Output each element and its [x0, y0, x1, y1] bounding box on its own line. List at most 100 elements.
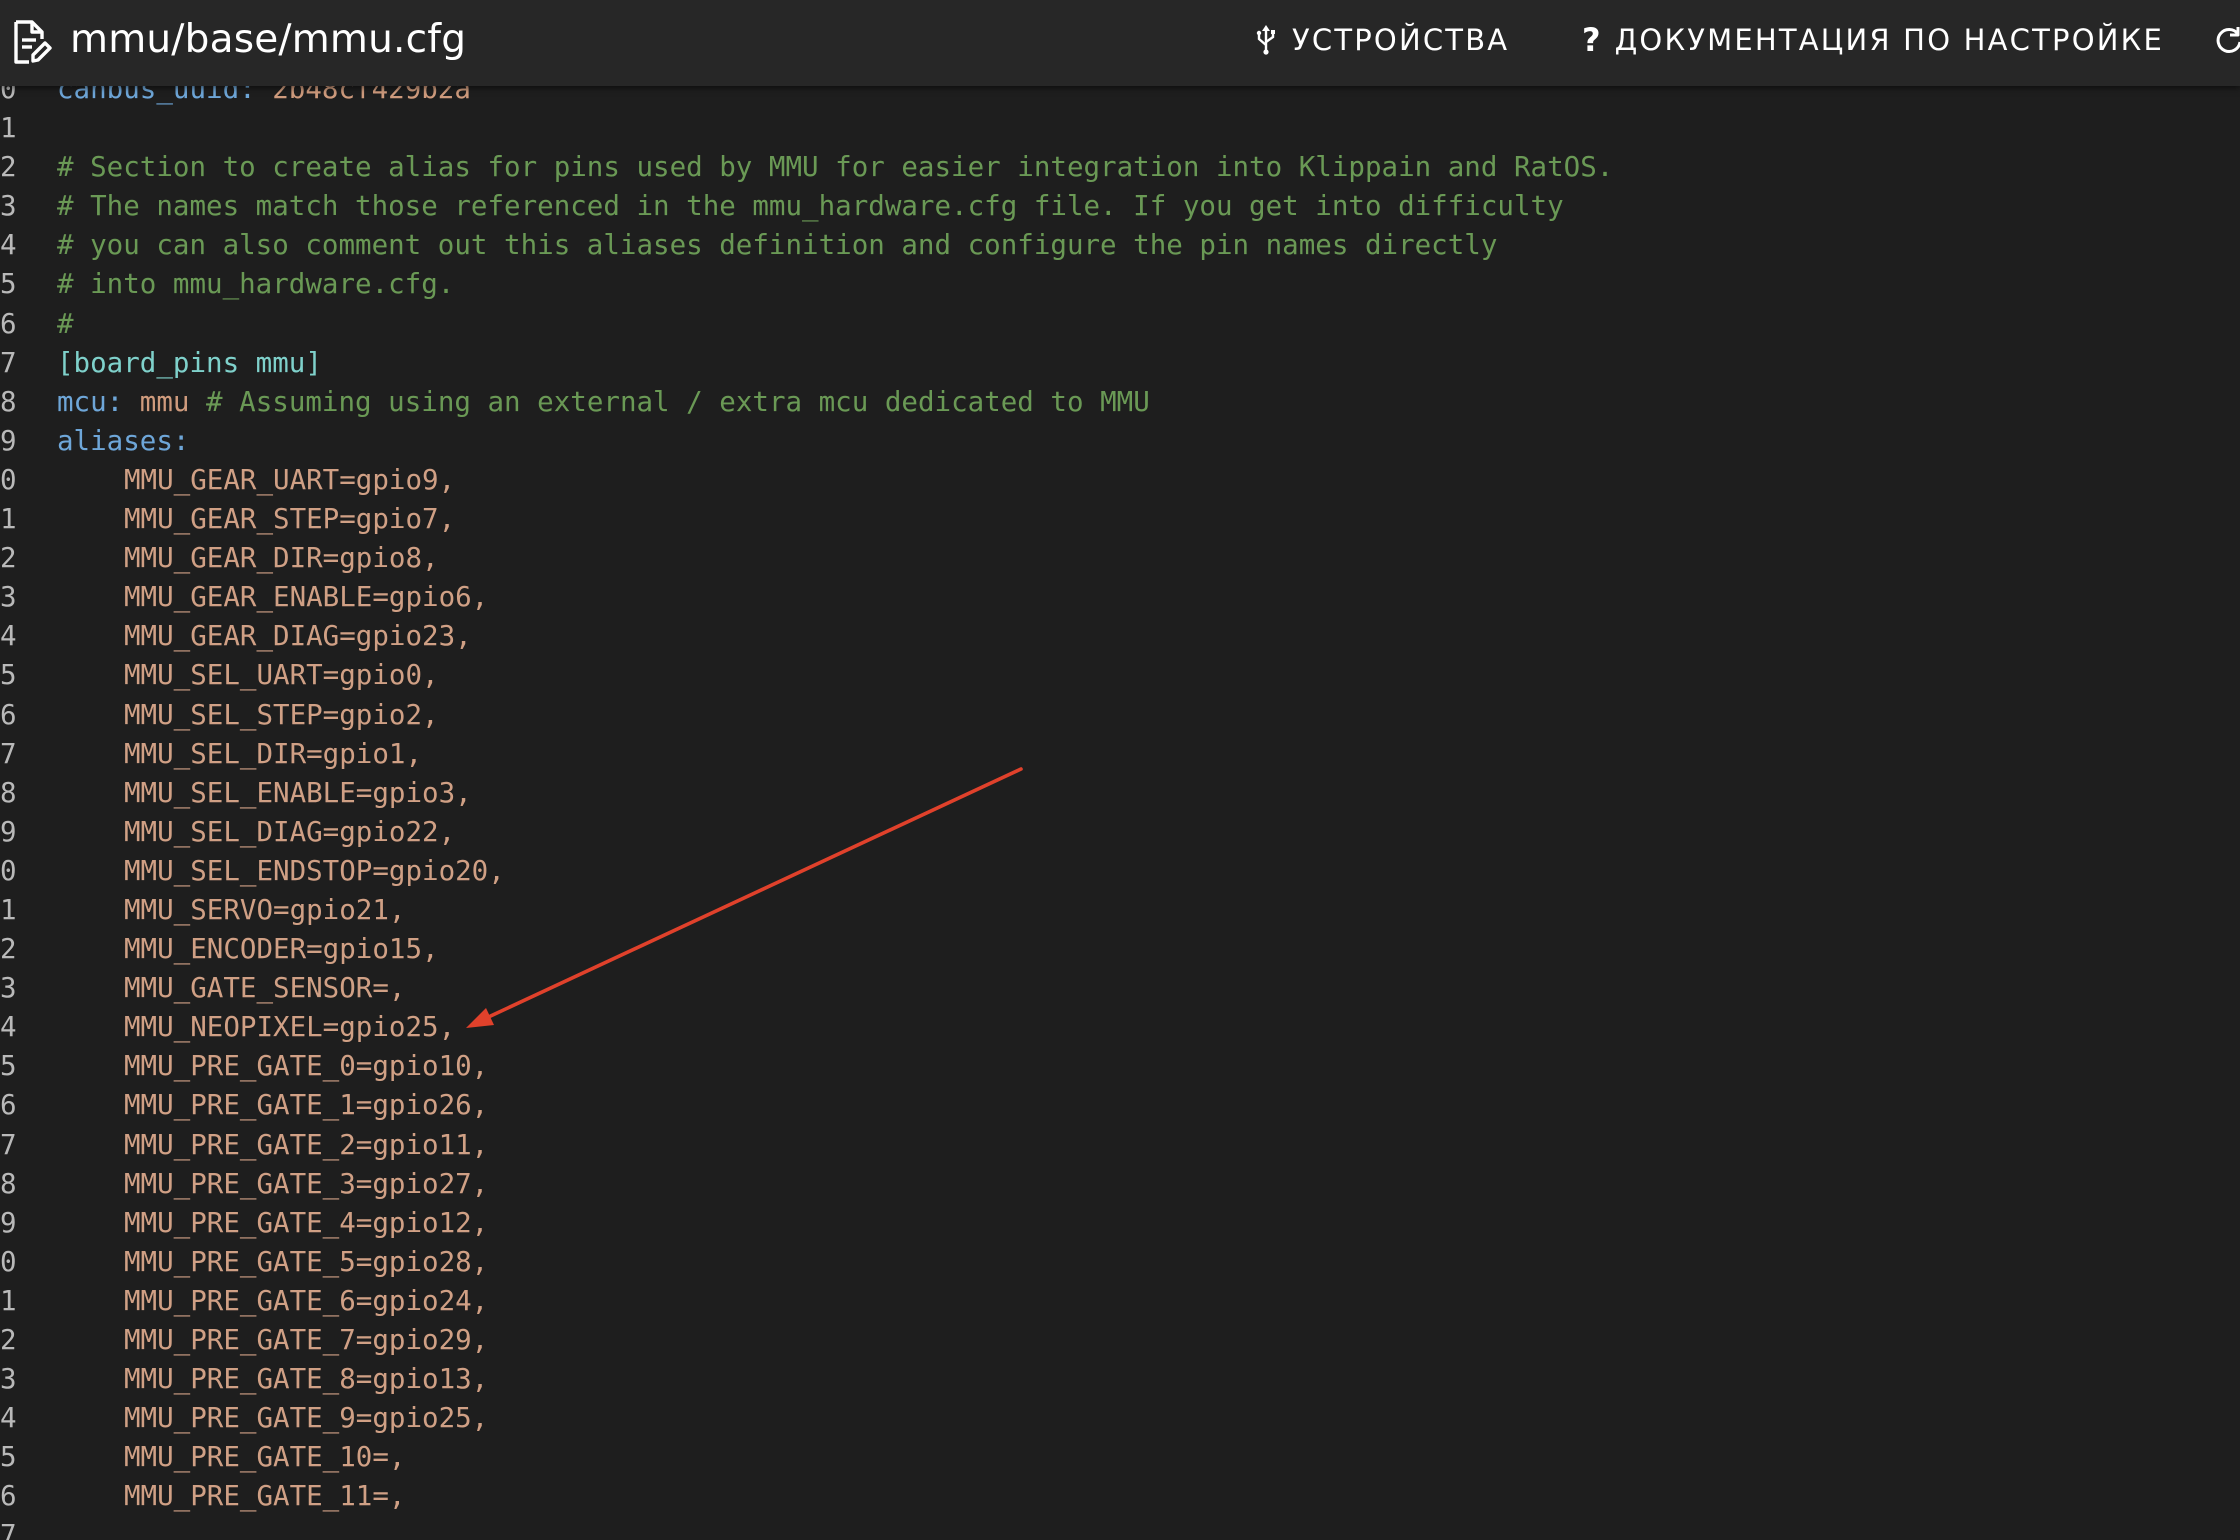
code-line[interactable]: 2 MMU_GEAR_DIR=gpio8, — [0, 539, 2240, 578]
line-number: 0 — [0, 854, 17, 887]
code-line[interactable]: 2 # Section to create alias for pins used… — [0, 148, 2240, 187]
code-line[interactable]: 7 [board_pins mmu] — [0, 344, 2240, 383]
line-text: MMU_SEL_ENDSTOP=gpio20, — [57, 852, 505, 891]
code-editor[interactable]: 0 canbus_uuid: 2b48cf429b2a 1 2 # Section to… — [0, 86, 2240, 1540]
code-line[interactable]: 3 MMU_PRE_GATE_8=gpio13, — [0, 1360, 2240, 1399]
app-toolbar: mmu/base/mmu.cfg УСТРОЙСТВА ? ДОКУМЕНТАЦ… — [0, 0, 2240, 86]
code-token: # The names match those referenced in th… — [57, 190, 1564, 223]
line-text: MMU_ENCODER=gpio15, — [57, 930, 439, 969]
code-line[interactable]: 5 MMU_PRE_GATE_0=gpio10, — [0, 1047, 2240, 1086]
code-line[interactable]: 6 MMU_PRE_GATE_1=gpio26, — [0, 1086, 2240, 1125]
code-line[interactable]: 1 MMU_SERVO=gpio21, — [0, 891, 2240, 930]
code-line[interactable]: 7 — [0, 1516, 2240, 1540]
code-line[interactable]: 3 MMU_GEAR_ENABLE=gpio6, — [0, 578, 2240, 617]
restart-button[interactable] — [2214, 0, 2240, 80]
code-token: MMU_PRE_GATE_2=gpio11, — [124, 1128, 489, 1161]
code-line[interactable]: 5 MMU_PRE_GATE_10=, — [0, 1438, 2240, 1477]
code-line[interactable]: 6 MMU_SEL_STEP=gpio2, — [0, 696, 2240, 735]
code-token: MMU_SEL_ENABLE=gpio3, — [124, 776, 472, 809]
code-token: MMU_SERVO=gpio21, — [124, 893, 406, 926]
code-line[interactable]: 4 # you can also comment out this aliases… — [0, 226, 2240, 265]
code-token: mmu — [123, 385, 207, 418]
code-token: MMU_PRE_GATE_8=gpio13, — [124, 1363, 489, 1396]
code-token: MMU_SEL_DIAG=gpio22, — [124, 815, 456, 848]
line-number: 2 — [0, 151, 17, 184]
code-token: MMU_GEAR_DIAG=gpio23, — [124, 620, 472, 653]
line-text: MMU_PRE_GATE_6=gpio24, — [57, 1282, 488, 1321]
line-number: 3 — [0, 190, 17, 223]
line-text: MMU_NEOPIXEL=gpio25, — [57, 1008, 455, 1047]
code-token: MMU_GATE_SENSOR=, — [124, 972, 406, 1005]
line-text: mcu: mmu # Assuming using an external / … — [57, 383, 1150, 422]
line-text: MMU_PRE_GATE_5=gpio28, — [57, 1243, 488, 1282]
code-line[interactable]: 5 # into mmu_hardware.cfg. — [0, 265, 2240, 304]
line-number: 7 — [0, 737, 17, 770]
code-line[interactable]: 8 mcu: mmu # Assuming using an external /… — [0, 383, 2240, 422]
code-line[interactable]: 3 # The names match those referenced in t… — [0, 187, 2240, 226]
line-number: 6 — [0, 307, 17, 340]
line-text: MMU_GEAR_ENABLE=gpio6, — [57, 578, 488, 617]
line-number: 7 — [0, 346, 17, 379]
line-number: 2 — [0, 933, 17, 966]
code-line[interactable]: 0 canbus_uuid: 2b48cf429b2a — [0, 86, 2240, 109]
line-number: 1 — [0, 1284, 17, 1317]
code-line[interactable]: 2 MMU_ENCODER=gpio15, — [0, 930, 2240, 969]
line-text: MMU_SEL_UART=gpio0, — [57, 656, 439, 695]
line-text: MMU_GEAR_UART=gpio9, — [57, 461, 455, 500]
file-title: mmu/base/mmu.cfg — [70, 17, 467, 62]
line-text: MMU_GATE_SENSOR=, — [57, 969, 405, 1008]
line-text: # Section to create alias for pins used … — [57, 148, 1613, 187]
code-line[interactable]: 0 MMU_GEAR_UART=gpio9, — [0, 461, 2240, 500]
code-line[interactable]: 8 MMU_SEL_ENABLE=gpio3, — [0, 774, 2240, 813]
code-line[interactable]: 4 MMU_NEOPIXEL=gpio25, — [0, 1008, 2240, 1047]
code-token: 2b48cf429b2a — [255, 86, 471, 105]
code-token: MMU_SEL_DIR=gpio1, — [124, 737, 423, 770]
line-text: MMU_PRE_GATE_3=gpio27, — [57, 1165, 488, 1204]
line-text: MMU_GEAR_DIAG=gpio23, — [57, 617, 472, 656]
code-line[interactable]: 0 MMU_SEL_ENDSTOP=gpio20, — [0, 852, 2240, 891]
code-line[interactable]: 6 MMU_PRE_GATE_11=, — [0, 1477, 2240, 1516]
code-token: # Section to create alias for pins used … — [57, 151, 1614, 184]
code-line[interactable]: 3 MMU_GATE_SENSOR=, — [0, 969, 2240, 1008]
line-number: 6 — [0, 1089, 17, 1122]
code-line[interactable]: 9 MMU_SEL_DIAG=gpio22, — [0, 813, 2240, 852]
line-number: 1 — [0, 112, 17, 145]
code-token: # — [57, 307, 74, 340]
code-line[interactable]: 9 aliases: — [0, 422, 2240, 461]
line-number: 5 — [0, 1441, 17, 1474]
code-line[interactable]: 7 MMU_PRE_GATE_2=gpio11, — [0, 1126, 2240, 1165]
code-line[interactable]: 1 — [0, 109, 2240, 148]
code-token: MMU_SEL_STEP=gpio2, — [124, 698, 439, 731]
code-line[interactable]: 1 MMU_PRE_GATE_6=gpio24, — [0, 1282, 2240, 1321]
line-text: MMU_SEL_ENABLE=gpio3, — [57, 774, 472, 813]
code-line[interactable]: 5 MMU_SEL_UART=gpio0, — [0, 656, 2240, 695]
config-docs-button[interactable]: ? ДОКУМЕНТАЦИЯ ПО НАСТРОЙКЕ — [1582, 0, 2164, 80]
line-text: # you can also comment out this aliases … — [57, 226, 1497, 265]
code-line[interactable]: 2 MMU_PRE_GATE_7=gpio29, — [0, 1321, 2240, 1360]
code-token: MMU_PRE_GATE_6=gpio24, — [124, 1284, 489, 1317]
code-line[interactable]: 6 # — [0, 305, 2240, 344]
code-line[interactable]: 4 MMU_PRE_GATE_9=gpio25, — [0, 1399, 2240, 1438]
line-text: MMU_GEAR_STEP=gpio7, — [57, 500, 455, 539]
code-line[interactable]: 9 MMU_PRE_GATE_4=gpio12, — [0, 1204, 2240, 1243]
code-token: MMU_GEAR_ENABLE=gpio6, — [124, 581, 489, 614]
line-number: 3 — [0, 581, 17, 614]
line-number: 9 — [0, 815, 17, 848]
code-line[interactable]: 8 MMU_PRE_GATE_3=gpio27, — [0, 1165, 2240, 1204]
devices-button[interactable]: УСТРОЙСТВА — [1256, 0, 1509, 80]
code-token: MMU_NEOPIXEL=gpio25, — [124, 1011, 456, 1044]
line-number: 2 — [0, 542, 17, 575]
line-number: 1 — [0, 503, 17, 536]
line-number: 7 — [0, 1128, 17, 1161]
code-line[interactable]: 4 MMU_GEAR_DIAG=gpio23, — [0, 617, 2240, 656]
line-number: 3 — [0, 1363, 17, 1396]
code-token: [board_pins mmu] — [57, 346, 322, 379]
code-token: MMU_PRE_GATE_4=gpio12, — [124, 1206, 489, 1239]
line-number: 4 — [0, 620, 17, 653]
code-line[interactable]: 7 MMU_SEL_DIR=gpio1, — [0, 735, 2240, 774]
code-line[interactable]: 0 MMU_PRE_GATE_5=gpio28, — [0, 1243, 2240, 1282]
line-number: 6 — [0, 698, 17, 731]
line-text: MMU_SEL_STEP=gpio2, — [57, 696, 439, 735]
line-number: 0 — [0, 463, 17, 496]
code-line[interactable]: 1 MMU_GEAR_STEP=gpio7, — [0, 500, 2240, 539]
